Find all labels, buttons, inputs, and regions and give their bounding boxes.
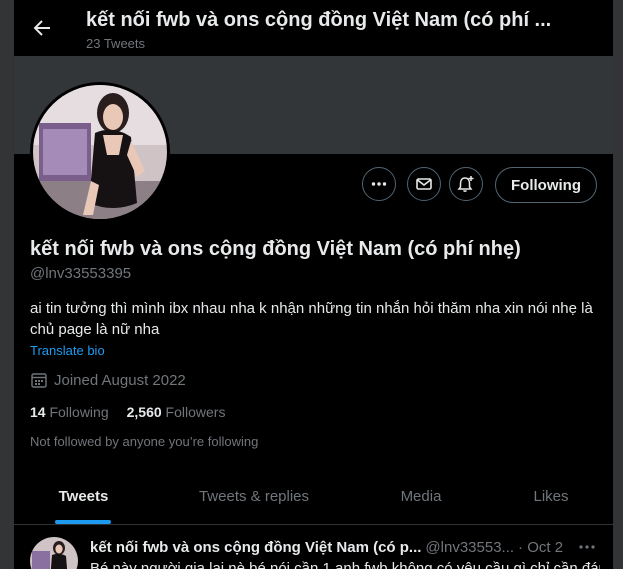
top-bar: kết nối fwb và ons cộng đồng Việt Nam (c… [14,0,613,56]
envelope-icon [416,178,432,190]
following-label: Following [49,404,109,420]
tab-likes[interactable]: Likes [511,468,591,524]
tab-tweets-label: Tweets [58,487,109,505]
active-tab-indicator [55,520,111,524]
tab-likes-label: Likes [533,487,569,505]
more-options-button[interactable] [362,167,396,201]
tweet-author-name[interactable]: kết nối fwb và ons cộng đồng Việt Nam (c… [90,539,421,556]
back-arrow-icon[interactable] [30,16,54,40]
tweet-text: Bé này người gia lai nè bé nói cần 1 anh… [90,560,600,569]
tab-tweets-replies-label: Tweets & replies [198,487,310,505]
followers-count-link[interactable]: 2,560 Followers [127,404,226,420]
profile-bio: ai tin tưởng thì mình ibx nhau nha k nhậ… [30,300,593,338]
tab-media-label: Media [400,487,442,505]
message-button[interactable] [407,167,441,201]
avatar[interactable] [33,85,167,219]
joined-date: Joined August 2022 [30,371,186,389]
followers-label: Followers [165,404,226,420]
following-button[interactable]: Following [495,167,597,203]
notifications-button[interactable] [449,167,483,201]
tab-media[interactable]: Media [374,468,468,524]
tweet-date[interactable]: · Oct 2 [518,539,563,556]
tweet-header: kết nối fwb và ons cộng đồng Việt Nam (c… [90,539,600,556]
not-followed-note: Not followed by anyone you’re following [30,434,259,449]
translate-bio-link[interactable]: Translate bio [30,343,105,358]
follow-stats: 14 Following 2,560 Followers [30,404,225,420]
following-count: 14 [30,404,46,420]
tweet-more-icon[interactable] [577,537,597,557]
following-count-link[interactable]: 14 Following [30,404,109,420]
tab-tweets[interactable]: Tweets [14,468,153,524]
tweet-avatar[interactable] [30,537,78,569]
profile-handle: @lnv33553395 [30,265,132,282]
calendar-icon [31,373,47,388]
joined-label: Joined August 2022 [54,371,186,389]
profile-tabs: Tweets Tweets & replies Media Likes [14,468,613,525]
profile-column: kết nối fwb và ons cộng đồng Việt Nam (c… [13,0,614,569]
header-title: kết nối fwb và ons cộng đồng Việt Nam (c… [86,9,552,31]
tab-tweets-replies[interactable]: Tweets & replies [184,468,324,524]
avatar-frame [30,82,170,222]
profile-name: kết nối fwb và ons cộng đồng Việt Nam (c… [30,238,521,260]
bell-plus-icon [457,176,474,192]
tweet-author-handle[interactable]: @lnv33553... [425,539,514,556]
tweet-item[interactable]: kết nối fwb và ons cộng đồng Việt Nam (c… [14,525,613,569]
ellipsis-icon [371,182,387,186]
tweet-count: 23 Tweets [86,36,146,51]
followers-count: 2,560 [126,404,162,420]
